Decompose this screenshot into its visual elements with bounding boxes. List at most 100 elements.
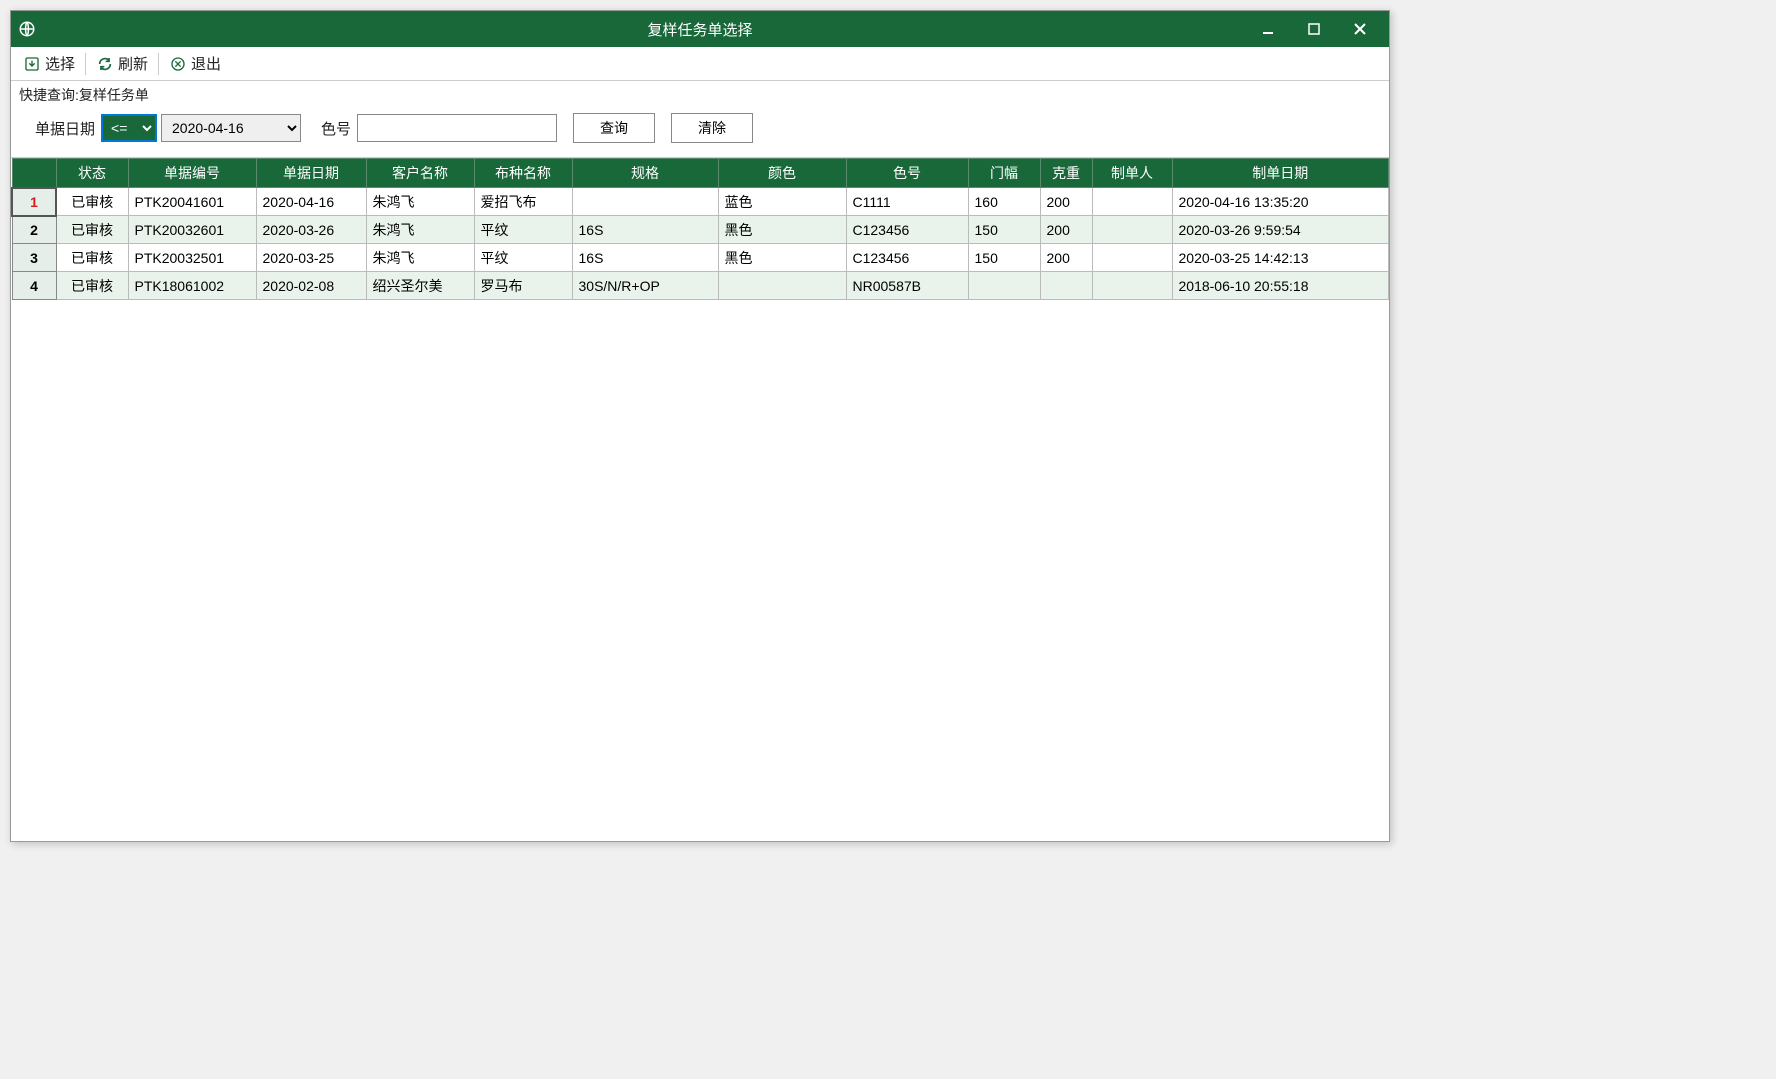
refresh-icon [96, 55, 114, 73]
cell-doc[interactable]: PTK20032501 [128, 244, 256, 272]
column-header[interactable]: 颜色 [718, 159, 846, 188]
select-button[interactable]: 选择 [15, 51, 83, 76]
cell-color[interactable]: 黑色 [718, 216, 846, 244]
cell-fabric[interactable]: 爱招飞布 [474, 188, 572, 216]
cell-color[interactable]: 蓝色 [718, 188, 846, 216]
cell-cno[interactable]: NR00587B [846, 272, 968, 300]
cell-cust[interactable]: 绍兴圣尔美 [366, 272, 474, 300]
cell-weight[interactable]: 200 [1040, 244, 1092, 272]
refresh-button[interactable]: 刷新 [88, 51, 156, 76]
column-header[interactable]: 状态 [56, 159, 128, 188]
row-number[interactable]: 4 [12, 272, 56, 300]
cell-maker[interactable] [1092, 188, 1172, 216]
cell-maker[interactable] [1092, 216, 1172, 244]
column-header[interactable]: 单据日期 [256, 159, 366, 188]
cell-spec[interactable] [572, 188, 718, 216]
cell-date[interactable]: 2020-02-08 [256, 272, 366, 300]
column-header[interactable]: 客户名称 [366, 159, 474, 188]
column-header[interactable]: 门幅 [968, 159, 1040, 188]
close-icon [169, 55, 187, 73]
row-number[interactable]: 3 [12, 244, 56, 272]
window-controls [1245, 11, 1383, 47]
exit-label: 退出 [191, 53, 221, 74]
column-header[interactable]: 色号 [846, 159, 968, 188]
operator-select[interactable]: <=<=>=> [101, 114, 157, 142]
separator [158, 53, 159, 75]
cell-doc[interactable]: PTK20032601 [128, 216, 256, 244]
cell-fabric[interactable]: 平纹 [474, 244, 572, 272]
color-label: 色号 [321, 118, 351, 139]
table-row[interactable]: 3已审核PTK200325012020-03-25朱鸿飞平纹16S黑色C1234… [12, 244, 1389, 272]
cell-spec[interactable]: 30S/N/R+OP [572, 272, 718, 300]
cell-color[interactable] [718, 272, 846, 300]
table-row[interactable]: 4已审核PTK180610022020-02-08绍兴圣尔美罗马布30S/N/R… [12, 272, 1389, 300]
cell-weight[interactable]: 200 [1040, 216, 1092, 244]
clear-button[interactable]: 清除 [671, 113, 753, 143]
cell-width[interactable] [968, 272, 1040, 300]
cell-doc[interactable]: PTK18061002 [128, 272, 256, 300]
separator [85, 53, 86, 75]
column-header[interactable]: 布种名称 [474, 159, 572, 188]
cell-cust[interactable]: 朱鸿飞 [366, 244, 474, 272]
query-button[interactable]: 查询 [573, 113, 655, 143]
cell-color[interactable]: 黑色 [718, 244, 846, 272]
cell-mdate[interactable]: 2020-03-26 9:59:54 [1172, 216, 1389, 244]
cell-date[interactable]: 2020-04-16 [256, 188, 366, 216]
column-header[interactable]: 制单日期 [1172, 159, 1389, 188]
cell-spec[interactable]: 16S [572, 244, 718, 272]
cell-status[interactable]: 已审核 [56, 244, 128, 272]
app-icon [17, 19, 37, 39]
close-button[interactable] [1337, 11, 1383, 47]
data-grid[interactable]: 状态单据编号单据日期客户名称布种名称规格颜色色号门幅克重制单人制单日期 1已审核… [11, 158, 1389, 300]
cell-maker[interactable] [1092, 244, 1172, 272]
cell-cno[interactable]: C123456 [846, 216, 968, 244]
select-label: 选择 [45, 53, 75, 74]
rownum-header [12, 159, 56, 188]
toolbar: 选择 刷新 退出 [11, 47, 1389, 81]
cell-spec[interactable]: 16S [572, 216, 718, 244]
dialog-window: 复样任务单选择 选择 刷新 [10, 10, 1390, 842]
filter-bar: 单据日期 <=<=>=> 2020-04-16 色号 查询 清除 [11, 105, 1389, 158]
date-select[interactable]: 2020-04-16 [161, 114, 301, 142]
cell-date[interactable]: 2020-03-26 [256, 216, 366, 244]
minimize-button[interactable] [1245, 11, 1291, 47]
cell-status[interactable]: 已审核 [56, 272, 128, 300]
cell-width[interactable]: 160 [968, 188, 1040, 216]
cell-fabric[interactable]: 平纹 [474, 216, 572, 244]
exit-button[interactable]: 退出 [161, 51, 229, 76]
cell-fabric[interactable]: 罗马布 [474, 272, 572, 300]
row-number[interactable]: 1 [12, 188, 56, 216]
cell-width[interactable]: 150 [968, 216, 1040, 244]
cell-status[interactable]: 已审核 [56, 216, 128, 244]
cell-cno[interactable]: C1111 [846, 188, 968, 216]
table-row[interactable]: 2已审核PTK200326012020-03-26朱鸿飞平纹16S黑色C1234… [12, 216, 1389, 244]
row-number[interactable]: 2 [12, 216, 56, 244]
title-bar[interactable]: 复样任务单选择 [11, 11, 1389, 47]
quick-query-label: 快捷查询:复样任务单 [11, 81, 1389, 105]
cell-date[interactable]: 2020-03-25 [256, 244, 366, 272]
cell-cust[interactable]: 朱鸿飞 [366, 216, 474, 244]
refresh-label: 刷新 [118, 53, 148, 74]
column-header[interactable]: 克重 [1040, 159, 1092, 188]
download-icon [23, 55, 41, 73]
cell-mdate[interactable]: 2020-03-25 14:42:13 [1172, 244, 1389, 272]
color-input[interactable] [357, 114, 557, 142]
cell-weight[interactable]: 200 [1040, 188, 1092, 216]
cell-mdate[interactable]: 2018-06-10 20:55:18 [1172, 272, 1389, 300]
window-title: 复样任务单选择 [647, 19, 752, 40]
maximize-button[interactable] [1291, 11, 1337, 47]
cell-cust[interactable]: 朱鸿飞 [366, 188, 474, 216]
column-header[interactable]: 制单人 [1092, 159, 1172, 188]
grid-container[interactable]: 状态单据编号单据日期客户名称布种名称规格颜色色号门幅克重制单人制单日期 1已审核… [11, 158, 1389, 841]
date-label: 单据日期 [35, 118, 95, 139]
column-header[interactable]: 规格 [572, 159, 718, 188]
cell-status[interactable]: 已审核 [56, 188, 128, 216]
column-header[interactable]: 单据编号 [128, 159, 256, 188]
cell-doc[interactable]: PTK20041601 [128, 188, 256, 216]
cell-cno[interactable]: C123456 [846, 244, 968, 272]
cell-maker[interactable] [1092, 272, 1172, 300]
table-row[interactable]: 1已审核PTK200416012020-04-16朱鸿飞爱招飞布 蓝色C11111… [12, 188, 1389, 216]
cell-mdate[interactable]: 2020-04-16 13:35:20 [1172, 188, 1389, 216]
cell-width[interactable]: 150 [968, 244, 1040, 272]
cell-weight[interactable] [1040, 272, 1092, 300]
